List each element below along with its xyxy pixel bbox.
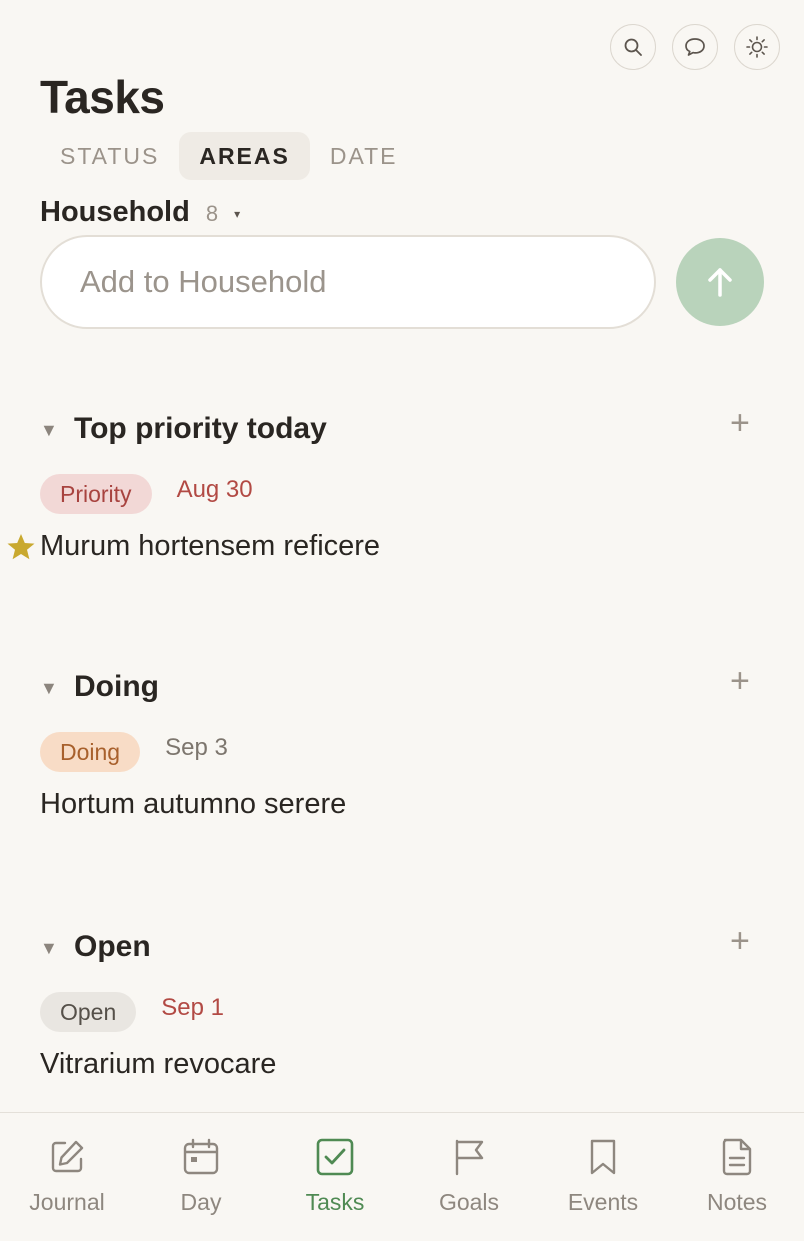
due-date: Sep 3	[165, 734, 228, 761]
nav-label: Events	[567, 1189, 639, 1215]
brightness-icon	[746, 36, 768, 58]
add-task-plus-icon[interactable]: +	[730, 406, 750, 440]
nav-day[interactable]: Day	[134, 1137, 268, 1216]
brightness-button[interactable]	[734, 24, 780, 70]
edit-icon	[51, 1140, 84, 1173]
calendar-icon	[183, 1138, 219, 1175]
nav-journal[interactable]: Journal	[0, 1137, 134, 1216]
section-title: Top priority today	[74, 412, 327, 445]
task-meta: Open Sep 1	[40, 992, 224, 1032]
checkbox-icon	[316, 1138, 354, 1176]
nav-events[interactable]: Events	[536, 1137, 670, 1216]
collapse-toggle-icon[interactable]: ▼	[40, 938, 58, 959]
nav-label: Notes	[706, 1189, 768, 1215]
add-task-plus-icon[interactable]: +	[730, 924, 750, 958]
nav-label: Day	[180, 1189, 222, 1215]
nav-label: Goals	[438, 1189, 500, 1215]
flag-icon	[455, 1139, 484, 1176]
nav-goals[interactable]: Goals	[402, 1137, 536, 1216]
view-tabs: STATUS AREAS DATE	[40, 132, 417, 180]
search-button[interactable]	[610, 24, 656, 70]
area-name: Household	[40, 196, 190, 228]
status-badge[interactable]: Open	[40, 992, 137, 1032]
area-selector[interactable]: Household 8 ▾	[40, 196, 240, 229]
add-task-plus-icon[interactable]: +	[730, 664, 750, 698]
section-title: Open	[74, 930, 151, 963]
bottom-nav: Journal Day Tasks Goals Events Notes	[0, 1112, 804, 1241]
bookmark-icon	[590, 1139, 616, 1175]
tab-status[interactable]: STATUS	[40, 132, 179, 180]
collapse-toggle-icon[interactable]: ▼	[40, 678, 58, 699]
status-badge[interactable]: Priority	[40, 474, 152, 514]
task-title[interactable]: Vitrarium revocare	[40, 1048, 276, 1081]
nav-notes[interactable]: Notes	[670, 1137, 804, 1216]
nav-tasks[interactable]: Tasks	[268, 1137, 402, 1216]
section-title: Doing	[74, 670, 159, 703]
document-icon	[722, 1138, 752, 1176]
section-header: ▼ Doing +	[0, 664, 804, 714]
tab-date[interactable]: DATE	[310, 132, 418, 180]
page-title: Tasks	[40, 71, 165, 123]
section-header: ▼ Open +	[0, 924, 804, 974]
add-task-input[interactable]	[40, 235, 656, 329]
search-icon	[624, 38, 642, 56]
chat-button[interactable]	[672, 24, 718, 70]
nav-label: Journal	[29, 1189, 105, 1215]
collapse-toggle-icon[interactable]: ▼	[40, 420, 58, 441]
arrow-up-icon	[708, 268, 732, 297]
task-title[interactable]: Hortum autumno serere	[40, 788, 346, 821]
tab-areas[interactable]: AREAS	[179, 132, 310, 180]
status-badge[interactable]: Doing	[40, 732, 141, 772]
task-meta: Priority Aug 30	[40, 474, 253, 514]
header-actions	[610, 24, 780, 70]
area-task-count: 8	[205, 201, 219, 226]
due-date: Sep 1	[161, 994, 224, 1021]
chat-icon	[685, 38, 705, 56]
due-date: Aug 30	[176, 476, 253, 503]
nav-label: Tasks	[305, 1189, 365, 1215]
star-icon[interactable]	[6, 532, 36, 562]
task-title[interactable]: Murum hortensem reficere	[40, 530, 380, 563]
task-meta: Doing Sep 3	[40, 732, 228, 772]
area-dropdown-icon[interactable]: ▾	[234, 207, 240, 221]
section-header: ▼ Top priority today +	[0, 406, 804, 456]
submit-task-button[interactable]	[676, 238, 764, 326]
